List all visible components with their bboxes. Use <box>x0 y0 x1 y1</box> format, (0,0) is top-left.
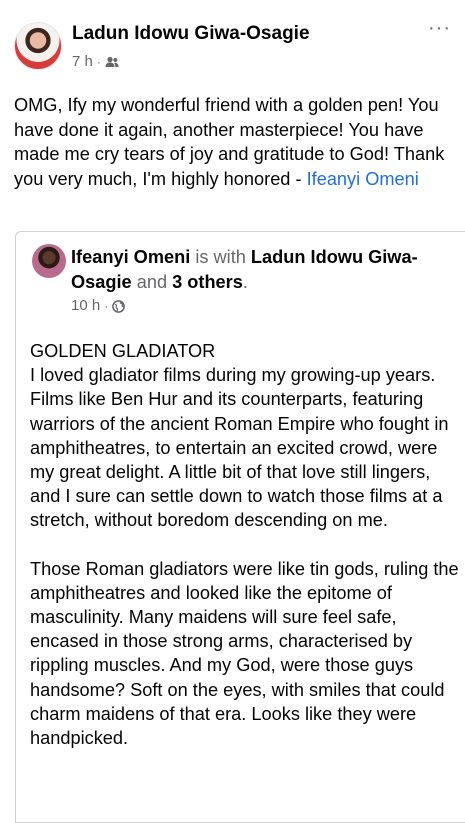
globe-icon[interactable] <box>112 297 126 314</box>
meta-separator: · <box>96 54 101 69</box>
post-meta: 7 h · <box>72 53 119 70</box>
header-period: . <box>242 272 248 292</box>
author-avatar[interactable] <box>14 22 62 70</box>
and-text: and <box>131 272 173 292</box>
post-header: Ladun Idowu Giwa-Osagie 7 h · ··· <box>14 18 465 74</box>
story-paragraph-1: I loved gladiator films during my growin… <box>30 365 449 531</box>
post-time[interactable]: 7 h <box>72 53 93 70</box>
shared-post-time[interactable]: 10 h <box>71 297 100 314</box>
shared-author-avatar[interactable] <box>32 244 66 278</box>
friends-icon[interactable] <box>105 53 119 70</box>
author-name[interactable]: Ladun Idowu Giwa-Osagie <box>72 23 310 45</box>
shared-post-meta: 10 h · <box>71 297 126 314</box>
story-paragraph-2: Those Roman gladiators were like tin god… <box>30 558 459 749</box>
shared-post-header: Ifeanyi Omeni is with Ladun Idowu Giwa-O… <box>71 245 456 295</box>
story-title: GOLDEN GLADIATOR <box>30 341 216 361</box>
shared-post-card[interactable]: Ifeanyi Omeni is with Ladun Idowu Giwa-O… <box>15 231 465 823</box>
shared-post-body: GOLDEN GLADIATOR I loved gladiator films… <box>30 339 460 774</box>
shared-author-name[interactable]: Ifeanyi Omeni <box>71 247 190 267</box>
more-options-icon[interactable]: ··· <box>428 18 451 38</box>
post-text: OMG, Ify my wonderful friend with a gold… <box>14 93 459 191</box>
with-text: is with <box>190 247 251 267</box>
tagged-friend-link[interactable]: Ifeanyi Omeni <box>307 169 419 189</box>
shared-meta-separator: · <box>104 298 109 313</box>
others-link[interactable]: 3 others <box>172 272 243 292</box>
